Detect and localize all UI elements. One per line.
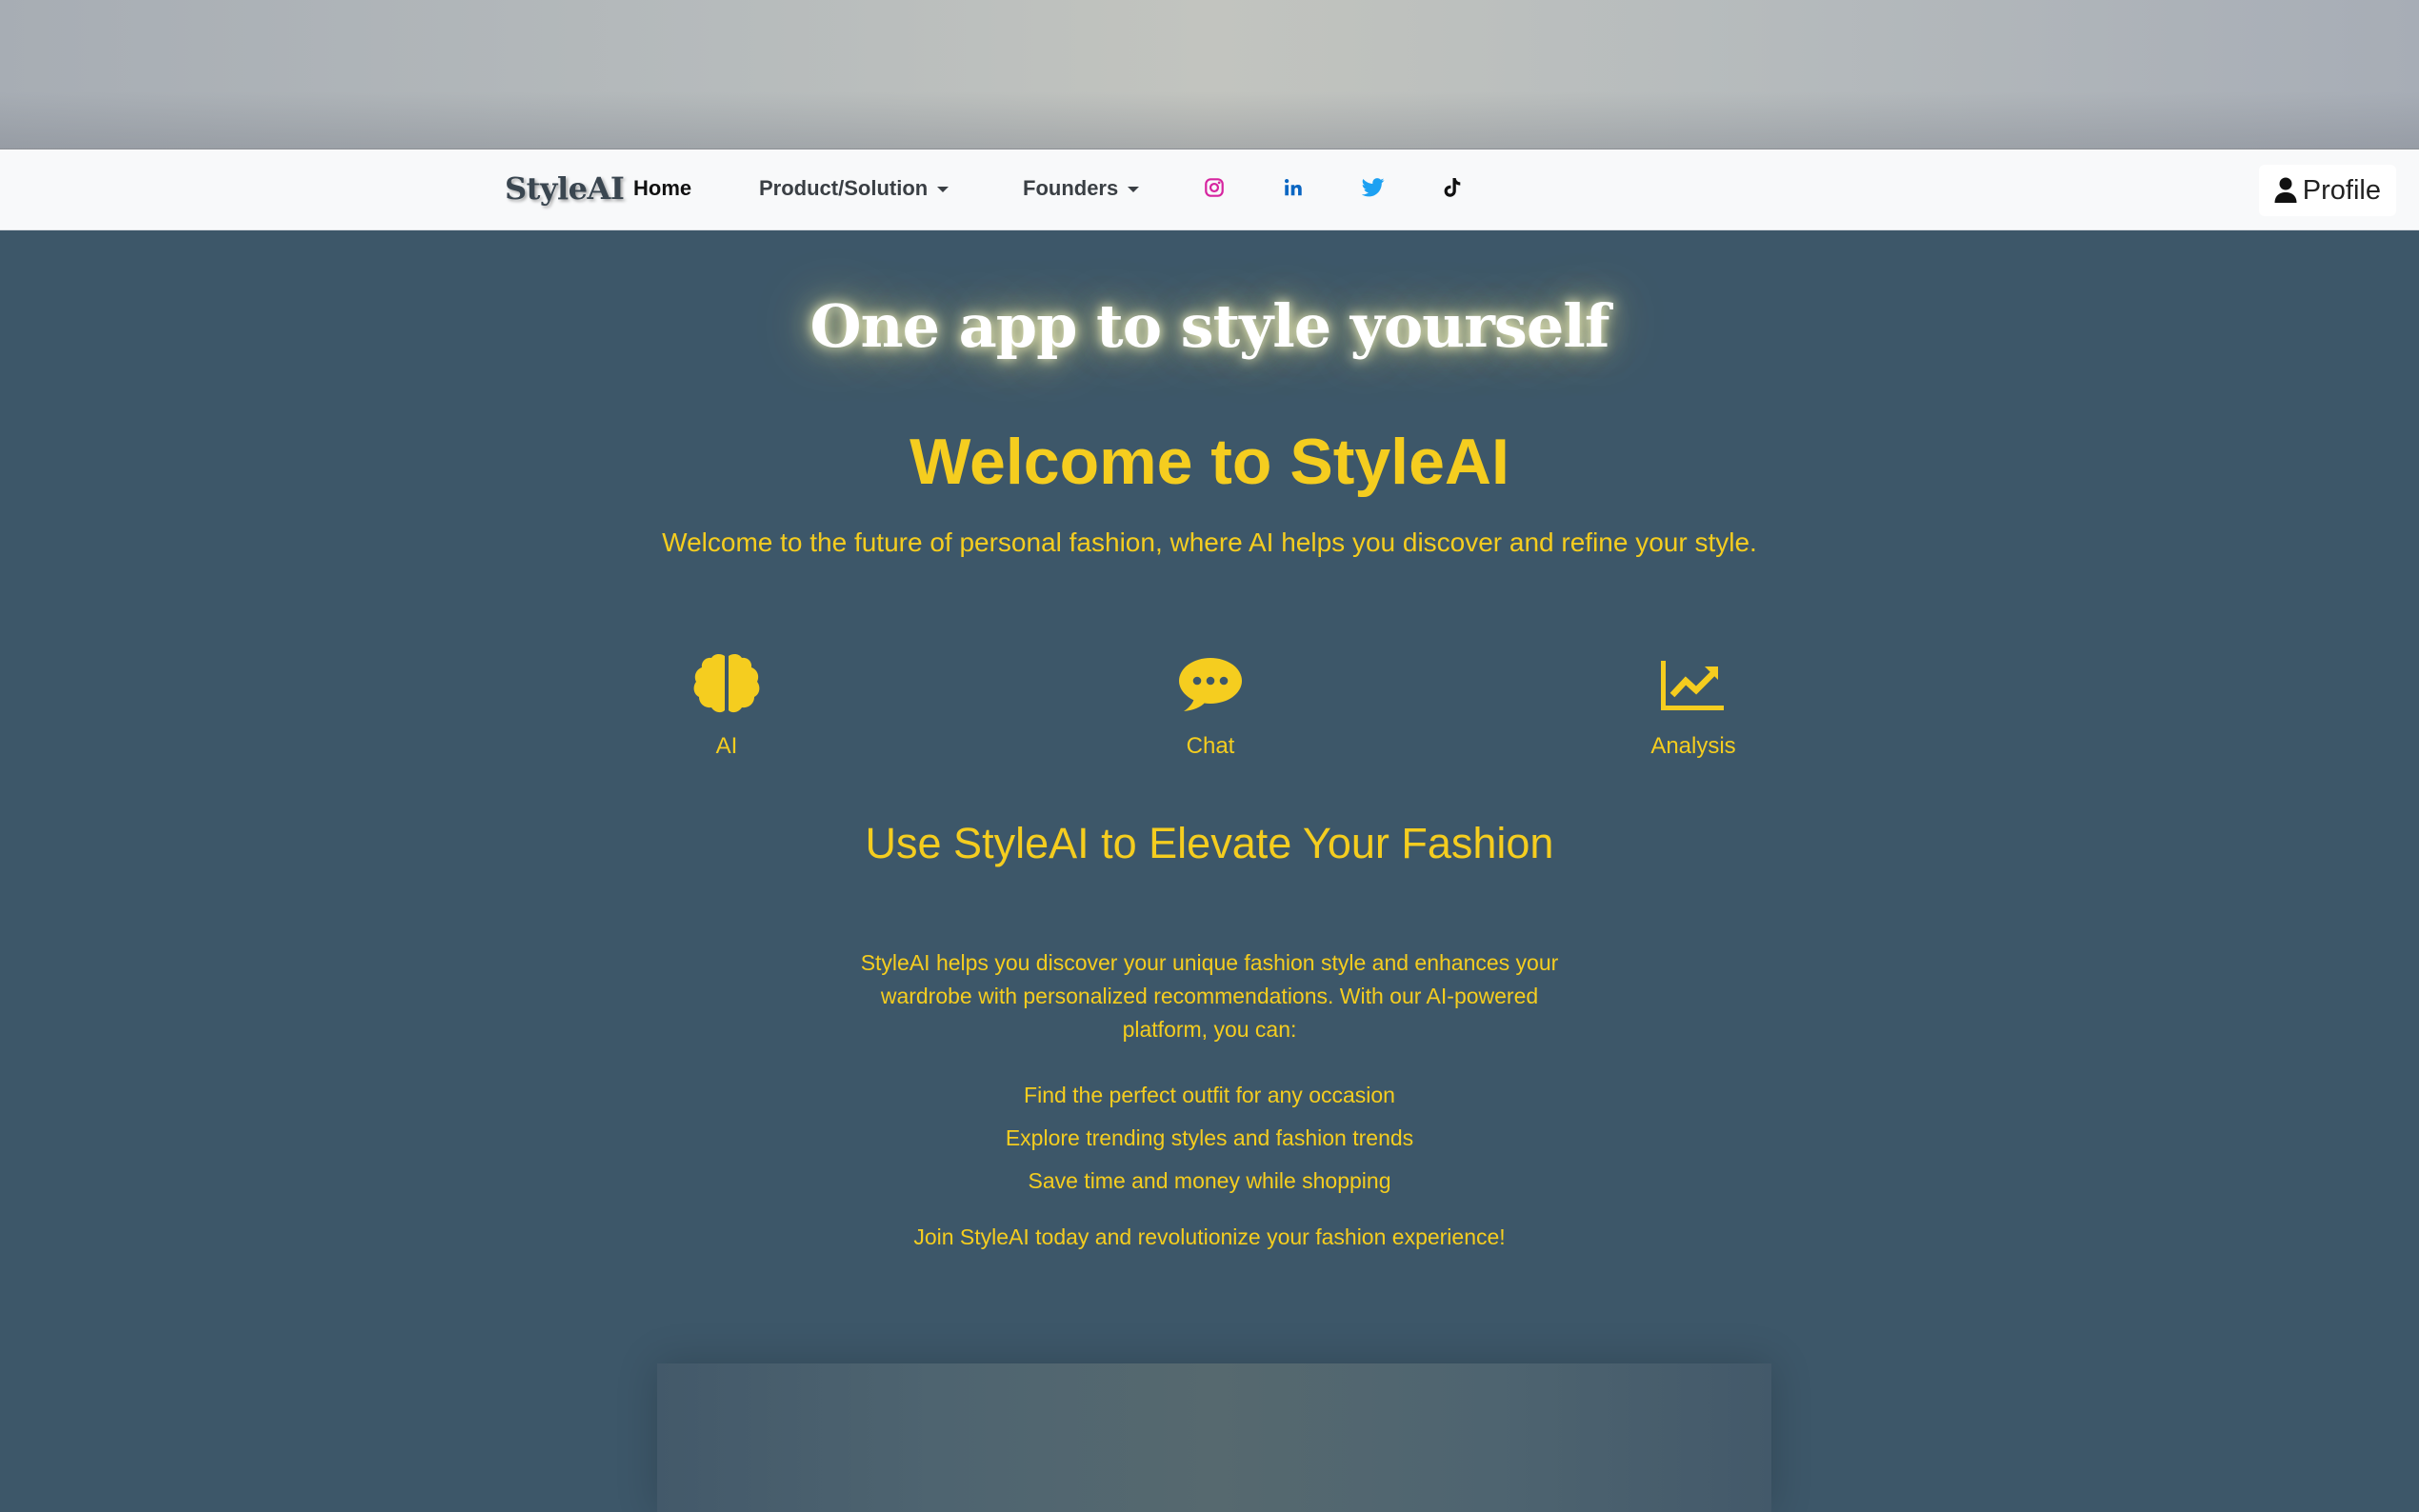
- chat-icon: [1179, 658, 1242, 711]
- brand-logo[interactable]: StyleAI: [505, 170, 625, 207]
- caret-down-icon: [937, 187, 950, 193]
- welcome-title: Welcome to StyleAI: [910, 426, 1509, 498]
- feature-ai-label: AI: [715, 733, 738, 759]
- benefits-list: Find the perfect outfit for any occasion…: [857, 1074, 1562, 1203]
- section-title: Use StyleAI to Elevate Your Fashion: [865, 819, 1554, 867]
- feature-chat: Chat: [1087, 649, 1334, 760]
- list-item: Explore trending styles and fashion tren…: [1005, 1125, 1414, 1150]
- top-banner-image: [0, 0, 2419, 149]
- section-paragraph: StyleAI helps you discover your unique f…: [860, 950, 1559, 1042]
- twitter-icon[interactable]: [1360, 174, 1387, 201]
- feature-chat-label: Chat: [1186, 733, 1235, 759]
- hero-tagline: One app to style yourself: [810, 291, 1609, 361]
- instagram-icon[interactable]: [1201, 174, 1228, 201]
- list-item: Find the perfect outfit for any occasion: [1024, 1083, 1395, 1107]
- user-icon: [2274, 177, 2297, 203]
- nav-link-home-label: Home: [633, 176, 692, 200]
- nav-dropdown-product-solution[interactable]: Product/Solution: [759, 176, 950, 201]
- profile-button[interactable]: Profile: [2258, 165, 2396, 216]
- chart-line-icon: [1661, 661, 1724, 710]
- navbar: StyleAI Home Product/Solution Founders P…: [0, 149, 2419, 230]
- bottom-hero-image: [657, 1363, 1771, 1512]
- feature-analysis-label: Analysis: [1650, 733, 1736, 759]
- tiktok-icon[interactable]: [1439, 174, 1466, 201]
- welcome-subtitle: Welcome to the future of personal fashio…: [662, 527, 1757, 557]
- nav-dropdown-founders-label: Founders: [1023, 176, 1119, 200]
- feature-analysis: Analysis: [1569, 649, 1817, 760]
- caret-down-icon: [1128, 187, 1140, 193]
- nav-dropdown-founders[interactable]: Founders: [1023, 176, 1140, 201]
- nav-link-home[interactable]: Home: [633, 176, 691, 201]
- brain-icon: [693, 653, 760, 713]
- profile-button-label: Profile: [2302, 174, 2381, 206]
- join-call-to-action: Join StyleAI today and revolutionize you…: [913, 1224, 1506, 1249]
- list-item: Save time and money while shopping: [1028, 1168, 1391, 1193]
- linkedin-icon[interactable]: [1280, 174, 1307, 201]
- nav-dropdown-product-solution-label: Product/Solution: [759, 176, 929, 200]
- feature-ai: AI: [603, 649, 850, 760]
